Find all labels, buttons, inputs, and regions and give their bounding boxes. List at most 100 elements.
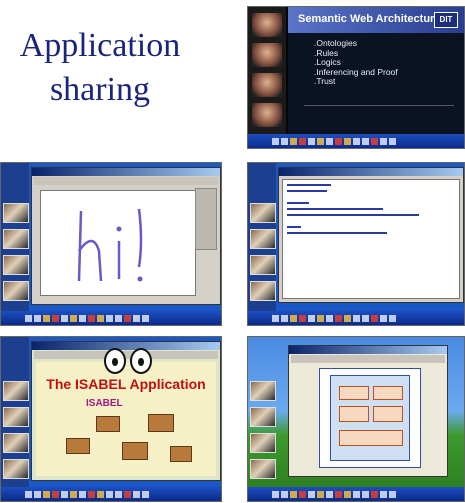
taskbar-icon[interactable] — [317, 490, 324, 498]
taskbar-icon[interactable] — [380, 314, 387, 322]
taskbar-icon[interactable] — [389, 490, 396, 498]
taskbar-icon[interactable] — [335, 314, 342, 322]
title-line-1: Application — [19, 27, 181, 64]
slide-title: Semantic Web Architecture — [298, 13, 441, 25]
window-titlebar[interactable] — [32, 168, 220, 176]
taskbar-icon[interactable] — [326, 314, 333, 322]
taskbar — [248, 311, 464, 325]
taskbar-icon[interactable] — [97, 314, 104, 322]
taskbar-icon[interactable] — [299, 314, 306, 322]
taskbar-icon[interactable] — [389, 314, 396, 322]
eyes-logo — [104, 348, 152, 374]
taskbar-icon[interactable] — [353, 137, 360, 145]
taskbar-icon[interactable] — [61, 490, 68, 498]
taskbar-icon[interactable] — [61, 314, 68, 322]
taskbar-icon[interactable] — [124, 490, 131, 498]
taskbar-icon[interactable] — [106, 490, 113, 498]
taskbar-icon[interactable] — [281, 314, 288, 322]
taskbar-icon[interactable] — [272, 137, 279, 145]
whiteboard-window[interactable] — [31, 167, 221, 305]
taskbar-icon[interactable] — [344, 137, 351, 145]
taskbar-icon[interactable] — [308, 137, 315, 145]
taskbar-icon[interactable] — [115, 490, 122, 498]
diagram-canvas[interactable] — [319, 368, 421, 468]
taskbar-icon[interactable] — [272, 314, 279, 322]
taskbar-icon[interactable] — [362, 137, 369, 145]
taskbar-icon[interactable] — [299, 137, 306, 145]
toolbar[interactable] — [34, 177, 218, 185]
video-strip — [248, 7, 286, 135]
taskbar-icon[interactable] — [371, 137, 378, 145]
taskbar-icon[interactable] — [70, 490, 77, 498]
taskbar-icon[interactable] — [43, 490, 50, 498]
taskbar-icon[interactable] — [106, 314, 113, 322]
taskbar-icon[interactable] — [133, 490, 140, 498]
participant-video — [3, 281, 29, 301]
slide-bullets: .Ontologies .Rules .Logics .Inferencing … — [314, 38, 398, 87]
taskbar-icon[interactable] — [308, 314, 315, 322]
text-area[interactable] — [282, 179, 460, 299]
taskbar-icon[interactable] — [326, 137, 333, 145]
taskbar-icon[interactable] — [290, 137, 297, 145]
screenshot-slide-share: Semantic Web Architecture DIT .Ontologie… — [247, 6, 465, 149]
taskbar-icon[interactable] — [299, 490, 306, 498]
taskbar-icon[interactable] — [389, 137, 396, 145]
taskbar-icon[interactable] — [115, 314, 122, 322]
taskbar-icon[interactable] — [133, 314, 140, 322]
taskbar-icon[interactable] — [25, 314, 32, 322]
taskbar-icon[interactable] — [142, 490, 149, 498]
toolbar[interactable] — [291, 355, 445, 363]
taskbar-icon[interactable] — [344, 490, 351, 498]
isabel-window[interactable]: The ISABEL Application ISABEL — [31, 341, 221, 481]
slide-header: Semantic Web Architecture DIT — [288, 7, 464, 33]
taskbar-icon[interactable] — [124, 314, 131, 322]
taskbar-icon[interactable] — [79, 490, 86, 498]
participant-video — [252, 43, 282, 67]
taskbar-icon[interactable] — [380, 137, 387, 145]
taskbar-icon[interactable] — [380, 490, 387, 498]
window-titlebar[interactable] — [279, 168, 463, 176]
taskbar-icon[interactable] — [362, 314, 369, 322]
drawing-canvas[interactable] — [40, 190, 196, 296]
taskbar-icon[interactable] — [317, 137, 324, 145]
taskbar-icon[interactable] — [34, 314, 41, 322]
taskbar-icon[interactable] — [335, 490, 342, 498]
taskbar-icon[interactable] — [52, 314, 59, 322]
taskbar-icon[interactable] — [308, 490, 315, 498]
diagram-node — [373, 386, 403, 400]
taskbar-icon[interactable] — [290, 490, 297, 498]
taskbar-icon[interactable] — [142, 314, 149, 322]
taskbar-icon[interactable] — [371, 314, 378, 322]
isabel-subheading: ISABEL — [86, 398, 123, 409]
taskbar-icon[interactable] — [281, 137, 288, 145]
taskbar-icon[interactable] — [79, 314, 86, 322]
taskbar-icon[interactable] — [317, 314, 324, 322]
taskbar-icon[interactable] — [290, 314, 297, 322]
taskbar-icon[interactable] — [362, 490, 369, 498]
taskbar-icon[interactable] — [25, 490, 32, 498]
participant-video — [250, 281, 276, 301]
taskbar-icon[interactable] — [326, 490, 333, 498]
taskbar-icon[interactable] — [88, 490, 95, 498]
taskbar-icon[interactable] — [344, 314, 351, 322]
taskbar-icon[interactable] — [371, 490, 378, 498]
participant-video — [250, 459, 276, 479]
taskbar-icon[interactable] — [34, 490, 41, 498]
taskbar-icon[interactable] — [353, 314, 360, 322]
taskbar-icon[interactable] — [43, 314, 50, 322]
taskbar-icon[interactable] — [52, 490, 59, 498]
handwriting — [77, 208, 143, 282]
taskbar-icon[interactable] — [88, 314, 95, 322]
window-titlebar[interactable] — [289, 346, 447, 354]
side-panel[interactable] — [195, 188, 217, 250]
taskbar-icon[interactable] — [97, 490, 104, 498]
editor-window[interactable] — [278, 167, 464, 303]
taskbar-icon[interactable] — [353, 490, 360, 498]
taskbar-icon[interactable] — [335, 137, 342, 145]
participant-video — [3, 407, 29, 427]
taskbar-icon[interactable] — [70, 314, 77, 322]
taskbar-icon[interactable] — [281, 490, 288, 498]
eye-icon — [130, 348, 152, 374]
taskbar-icon[interactable] — [272, 490, 279, 498]
diagram-window[interactable] — [288, 345, 448, 477]
